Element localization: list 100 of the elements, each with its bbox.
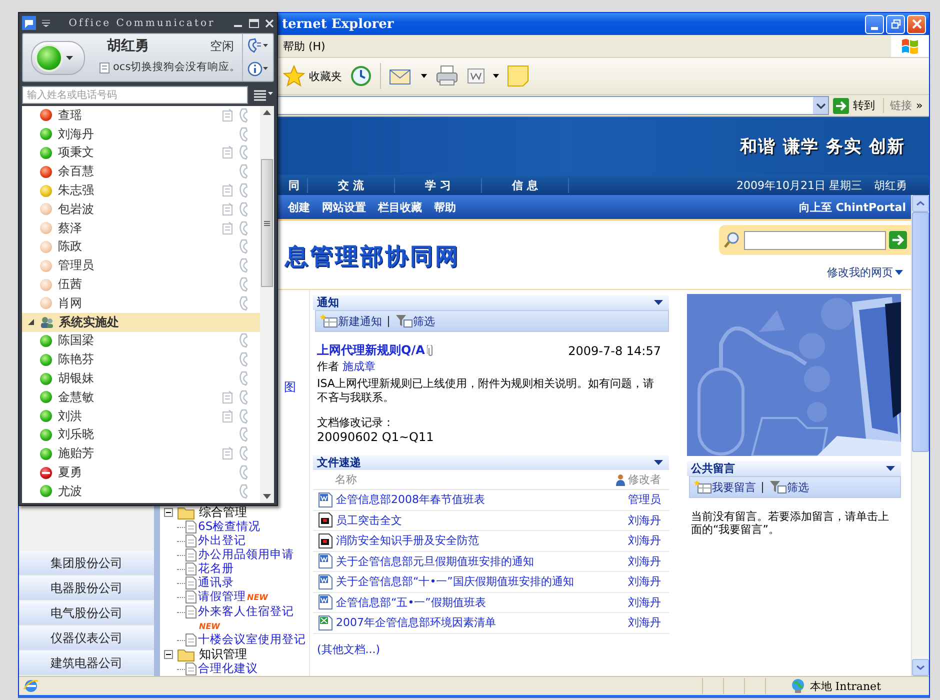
search-field[interactable]: 输入姓名或电话号码 [22, 86, 248, 104]
collapse-icon[interactable] [164, 650, 173, 660]
links-button[interactable]: 链接 [883, 98, 912, 113]
action-link[interactable]: 网站设置 [322, 200, 366, 214]
search-field[interactable] [744, 230, 886, 250]
scroll-up-icon[interactable] [916, 201, 925, 206]
nav-tab[interactable]: 同 [281, 178, 308, 192]
file-link[interactable]: 员工突击全文 [336, 512, 402, 528]
phone-icon[interactable] [238, 164, 250, 180]
file-link[interactable]: 企管信息部“五•一”假期值班表 [336, 594, 486, 610]
editor-link[interactable]: 刘海丹 [628, 512, 661, 528]
phone-icon[interactable] [238, 371, 250, 386]
phone-icon[interactable] [238, 390, 250, 405]
more-link[interactable]: (其他文档...) [317, 642, 380, 656]
contact-name[interactable]: 施贻芳 [58, 445, 222, 462]
action-link[interactable]: 帮助 [434, 200, 456, 214]
folder-label[interactable]: 综合管理 [199, 505, 247, 521]
menu-icon[interactable] [252, 89, 274, 101]
contact-name[interactable]: 项秉文 [58, 144, 222, 162]
tree-link[interactable]: 请假管理 [198, 589, 246, 603]
editor-link[interactable]: 刘海丹 [628, 594, 661, 610]
phone-icon[interactable] [238, 465, 250, 480]
tree-link[interactable]: 外来客人住宿登记 [198, 604, 294, 618]
presence-button[interactable] [31, 41, 85, 75]
toolbar-button[interactable]: 筛选 [769, 480, 809, 494]
contact-name[interactable]: 蔡泽 [58, 220, 222, 237]
contact-name[interactable]: 包岩波 [58, 200, 222, 218]
scrollbar[interactable] [911, 195, 929, 676]
editor-link[interactable]: 刘海丹 [628, 615, 661, 630]
dropdown-icon[interactable] [654, 460, 663, 465]
file-link[interactable]: 关于企管信息部元旦假期值班安排的通知 [336, 554, 534, 569]
editor-link[interactable]: 管理员 [628, 492, 661, 508]
edit-page-link[interactable]: 修改我的网页 [827, 265, 903, 280]
phone-icon[interactable] [238, 484, 250, 499]
editor-link[interactable]: 刘海丹 [628, 533, 661, 548]
group-header[interactable]: 系统实施处 [22, 312, 260, 332]
phone-icon[interactable] [238, 183, 250, 198]
toolbar-button[interactable]: 筛选 [395, 314, 435, 328]
tree-link[interactable]: 花名册 [198, 561, 234, 575]
printer-icon[interactable] [435, 65, 459, 87]
phone-icon[interactable] [238, 239, 250, 254]
phone-icon[interactable] [238, 126, 250, 142]
caret-icon[interactable] [493, 74, 499, 78]
personal-note[interactable]: ocs切换搜狗会没有响应。 [113, 60, 241, 74]
contact-name[interactable]: 金慧敏 [58, 388, 222, 406]
maximize-button[interactable] [249, 18, 259, 28]
go-button[interactable]: 转到 [833, 98, 883, 114]
favorites-button[interactable]: 收藏夹 [283, 65, 342, 87]
company-button[interactable]: 电气股份公司 [19, 601, 154, 625]
status-menu[interactable]: 空闲 [210, 38, 238, 54]
phone-icon[interactable] [238, 333, 250, 348]
file-link[interactable]: 企管信息部2008年春节值班表 [336, 492, 485, 508]
company-button[interactable]: 电器股份公司 [19, 576, 154, 600]
menu-item[interactable]: 帮助 (H) [283, 38, 326, 54]
phone-icon[interactable] [238, 427, 250, 442]
up-link[interactable]: 向上至 ChintPortal [798, 200, 911, 214]
folder-label[interactable]: 知识管理 [199, 646, 247, 664]
contact-name[interactable]: 陈政 [58, 238, 222, 256]
toolbar-button[interactable]: 我要留言 [694, 480, 756, 494]
tree-link[interactable]: 外出登记 [198, 533, 246, 547]
tree-link[interactable]: 十楼会议室使用登记 [198, 632, 306, 646]
phone-icon[interactable] [238, 108, 250, 123]
close-button[interactable] [265, 18, 274, 28]
post-title[interactable]: 上网代理新规则Q/A [317, 342, 425, 359]
company-button[interactable]: 仪器仪表公司 [19, 626, 154, 650]
go-button[interactable] [889, 231, 907, 249]
nav-tab[interactable]: 信 息 [482, 178, 569, 192]
minimize-button[interactable] [865, 14, 884, 34]
contact-name[interactable]: 陈国梁 [58, 332, 222, 350]
phone-menu-icon[interactable] [247, 38, 269, 54]
dropdown-icon[interactable] [816, 102, 826, 108]
phone-icon[interactable] [238, 446, 250, 462]
phone-icon[interactable] [238, 202, 250, 217]
editor-link[interactable]: 刘海丹 [628, 554, 661, 569]
contact-name[interactable]: 朱志强 [58, 182, 222, 200]
phone-icon[interactable] [238, 352, 250, 368]
contact-name[interactable]: 伍茜 [58, 276, 222, 294]
nav-tab[interactable]: 学 习 [395, 178, 482, 192]
column-header[interactable]: 名称 [335, 472, 357, 487]
phone-icon[interactable] [238, 145, 250, 160]
scroll-up-icon[interactable] [263, 110, 271, 115]
file-link[interactable]: 消防安全知识手册及安全防范 [336, 533, 479, 548]
phone-icon[interactable] [238, 408, 250, 424]
menu-icon[interactable] [42, 20, 50, 26]
dropdown-icon[interactable] [654, 300, 663, 305]
company-button[interactable]: 建筑电器公司 [19, 651, 154, 675]
more-button[interactable]: » [912, 99, 927, 112]
tree-link[interactable]: 办公用品领用申请 [198, 547, 294, 561]
paperclip-icon[interactable] [426, 344, 434, 356]
editor-link[interactable]: 刘海丹 [628, 574, 661, 590]
phone-icon[interactable] [238, 296, 250, 311]
contact-name[interactable]: 刘乐晓 [58, 426, 222, 444]
contact-name[interactable]: 刘海丹 [58, 126, 222, 143]
caret-icon[interactable] [421, 74, 427, 78]
phone-icon[interactable] [238, 258, 250, 274]
nav-tab[interactable]: 交 流 [308, 178, 395, 192]
word-icon[interactable] [467, 68, 485, 84]
company-button[interactable]: 集团股份公司 [19, 551, 154, 575]
column-header[interactable]: 修改者 [628, 472, 661, 487]
contact-name[interactable]: 刘洪 [58, 408, 222, 425]
